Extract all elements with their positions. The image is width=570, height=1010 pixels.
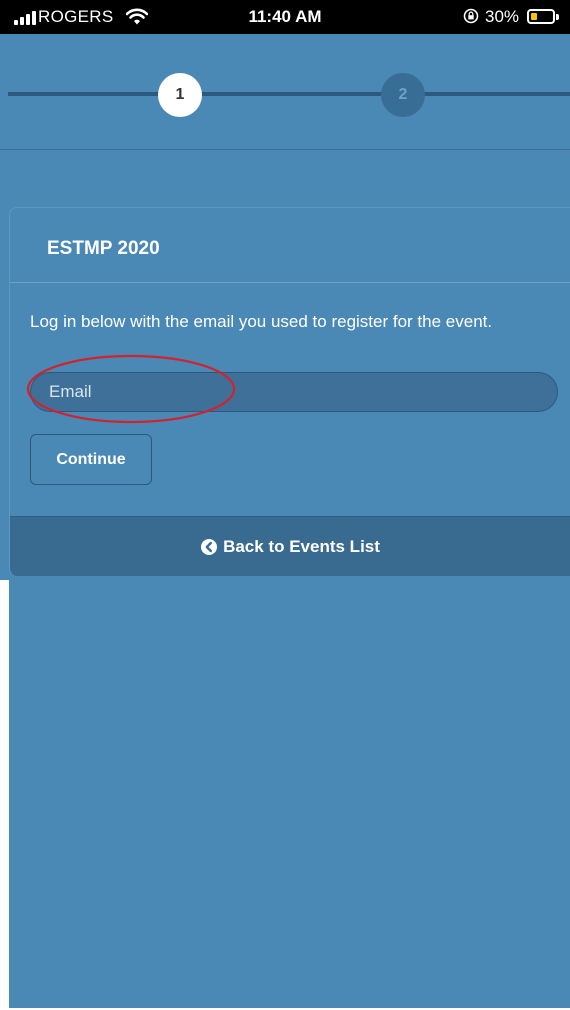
battery-level-fill — [531, 13, 537, 20]
screen-edge — [0, 580, 9, 1010]
battery-tip — [556, 14, 559, 20]
login-instructions: Log in below with the email you used to … — [30, 312, 493, 331]
card-header: ESTMP 2020 — [10, 208, 570, 283]
battery-percent: 30% — [485, 7, 520, 26]
step-1-indicator: 1 — [158, 73, 202, 117]
email-input[interactable] — [30, 372, 558, 412]
app-screen: ROGERS 11:40 AM 30% 1 2 ESTMP 2020 Log i… — [0, 0, 570, 1010]
step-2-indicator: 2 — [381, 73, 425, 117]
rotation-lock-icon — [463, 8, 479, 24]
stepper-line — [8, 92, 570, 96]
back-to-events-link[interactable]: Back to Events List — [10, 537, 570, 557]
login-card: ESTMP 2020 Log in below with the email y… — [9, 207, 570, 576]
event-title: ESTMP 2020 — [47, 238, 160, 259]
progress-stepper: 1 2 — [0, 34, 570, 150]
back-bar: Back to Events List — [10, 516, 570, 576]
continue-button[interactable]: Continue — [30, 434, 152, 485]
back-link-label: Back to Events List — [223, 537, 380, 556]
battery-icon — [527, 9, 555, 24]
status-bar: ROGERS 11:40 AM 30% — [0, 0, 570, 34]
chevron-left-circle-icon — [201, 539, 218, 555]
